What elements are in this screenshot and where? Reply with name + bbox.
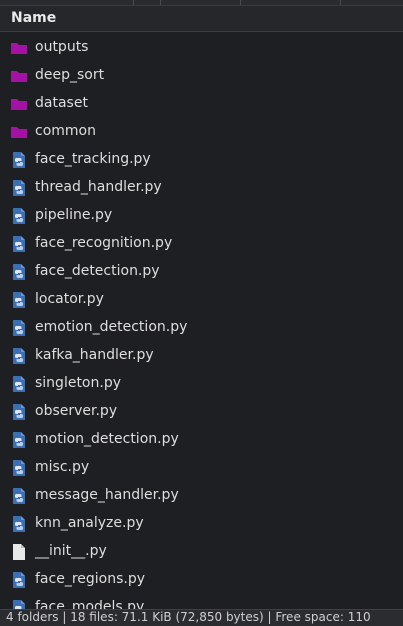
file-name: face_regions.py <box>35 571 146 587</box>
status-bar: 4 folders | 18 files: 71.1 KiB (72,850 b… <box>0 609 403 626</box>
file-row[interactable]: locator.py <box>0 286 403 314</box>
file-name: __init__.py <box>35 543 107 559</box>
file-row[interactable]: motion_detection.py <box>0 426 403 454</box>
file-row[interactable]: face_recognition.py <box>0 230 403 258</box>
python-file-icon <box>10 403 28 421</box>
file-name: singleton.py <box>35 375 121 391</box>
file-row[interactable]: face_detection.py <box>0 258 403 286</box>
file-name: outputs <box>35 39 89 55</box>
file-row[interactable]: __init__.py <box>0 538 403 566</box>
python-file-icon <box>10 459 28 477</box>
file-name: common <box>35 123 96 139</box>
file-name: deep_sort <box>35 67 105 83</box>
file-row[interactable]: singleton.py <box>0 370 403 398</box>
file-name: observer.py <box>35 403 118 419</box>
file-name: face_tracking.py <box>35 151 151 167</box>
python-file-icon <box>10 599 28 609</box>
python-file-icon <box>10 319 28 337</box>
folder-icon <box>10 39 28 57</box>
file-row[interactable]: face_models.py <box>0 594 403 609</box>
file-name: knn_analyze.py <box>35 515 144 531</box>
file-name: face_detection.py <box>35 263 160 279</box>
folder-icon <box>10 123 28 141</box>
file-row[interactable]: emotion_detection.py <box>0 314 403 342</box>
tab-divider <box>160 0 161 5</box>
python-file-icon <box>10 347 28 365</box>
file-name: motion_detection.py <box>35 431 179 447</box>
file-name: kafka_handler.py <box>35 347 154 363</box>
python-file-icon <box>10 235 28 253</box>
file-name: misc.py <box>35 459 90 475</box>
python-file-icon <box>10 207 28 225</box>
file-list[interactable]: outputs deep_sortdataset common face_tracki… <box>0 34 403 609</box>
python-file-icon <box>10 179 28 197</box>
python-file-icon <box>10 515 28 533</box>
file-row[interactable]: observer.py <box>0 398 403 426</box>
file-name: face_recognition.py <box>35 235 173 251</box>
python-file-icon <box>10 487 28 505</box>
python-file-icon <box>10 291 28 309</box>
tab-divider <box>133 0 134 5</box>
folder-row[interactable]: deep_sort <box>0 62 403 90</box>
file-row[interactable]: misc.py <box>0 454 403 482</box>
folder-icon <box>10 67 28 85</box>
file-row[interactable]: message_handler.py <box>0 482 403 510</box>
file-row[interactable]: face_regions.py <box>0 566 403 594</box>
blank-file-icon <box>10 543 28 561</box>
file-name: thread_handler.py <box>35 179 162 195</box>
python-file-icon <box>10 375 28 393</box>
file-name: message_handler.py <box>35 487 179 503</box>
python-file-icon <box>10 571 28 589</box>
column-header-name[interactable]: Name <box>0 6 403 32</box>
python-file-icon <box>10 431 28 449</box>
file-row[interactable]: pipeline.py <box>0 202 403 230</box>
file-name: locator.py <box>35 291 104 307</box>
folder-row[interactable]: common <box>0 118 403 146</box>
file-row[interactable]: face_tracking.py <box>0 146 403 174</box>
folder-row[interactable]: dataset <box>0 90 403 118</box>
file-name: emotion_detection.py <box>35 319 188 335</box>
file-name: face_models.py <box>35 599 145 609</box>
tab-divider <box>240 0 241 5</box>
column-header-label: Name <box>11 10 57 26</box>
folder-row[interactable]: outputs <box>0 34 403 62</box>
file-row[interactable]: knn_analyze.py <box>0 510 403 538</box>
python-file-icon <box>10 263 28 281</box>
tab-divider <box>340 0 341 5</box>
file-name: pipeline.py <box>35 207 113 223</box>
file-row[interactable]: kafka_handler.py <box>0 342 403 370</box>
file-name: dataset <box>35 95 88 111</box>
python-file-icon <box>10 151 28 169</box>
folder-icon <box>10 95 28 113</box>
file-row[interactable]: thread_handler.py <box>0 174 403 202</box>
status-text: 4 folders | 18 files: 71.1 KiB (72,850 b… <box>6 610 371 624</box>
